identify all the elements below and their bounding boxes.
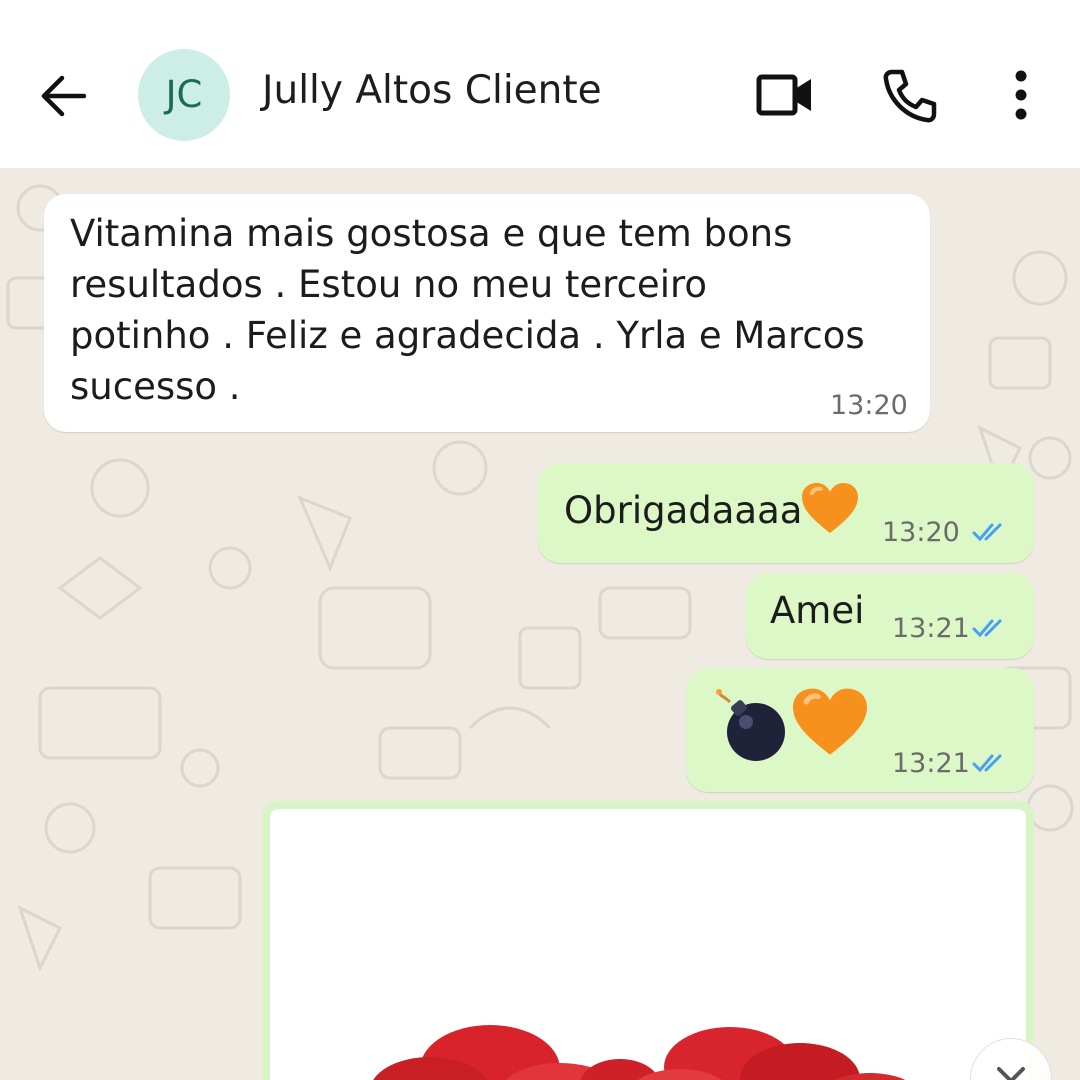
incoming-message[interactable]: Vitamina mais gostosa e que tem bons res… [44, 194, 930, 432]
message-time: 13:20 [830, 390, 908, 421]
chat-header: JC Jully Altos Cliente [0, 0, 1080, 168]
video-call-button[interactable] [755, 70, 815, 120]
read-receipt-icon [972, 523, 1002, 542]
phone-icon [883, 69, 937, 123]
voice-call-button[interactable] [880, 66, 940, 126]
avatar[interactable]: JC [138, 49, 230, 141]
back-button[interactable] [36, 64, 92, 128]
message-time: 13:21 [892, 748, 970, 779]
rose-petals-image[interactable] [270, 809, 1026, 1080]
orange-heart-icon [793, 688, 867, 755]
rose-petals-illustration [373, 1025, 906, 1080]
outgoing-message[interactable]: 13:21 [686, 668, 1034, 792]
chevron-down-icon [997, 1067, 1025, 1080]
message-text: Amei [770, 589, 865, 632]
chat-area[interactable]: Vitamina mais gostosa e que tem bons res… [0, 168, 1080, 1080]
message-line: sucesso . [70, 365, 241, 408]
message-line: resultados . Estou no meu terceiro [70, 263, 708, 306]
message-time: 13:20 [882, 517, 960, 548]
image-message[interactable] [262, 801, 1034, 1080]
outgoing-message[interactable]: Amei 13:21 [746, 573, 1034, 659]
bomb-icon [716, 689, 785, 761]
more-options-button[interactable] [1004, 68, 1038, 124]
message-text: Obrigadaaaa [564, 489, 803, 532]
read-receipt-icon [972, 619, 1002, 638]
message-time: 13:21 [892, 613, 970, 644]
message-text: Vitamina mais gostosa e que tem bons res… [70, 208, 865, 412]
message-line: potinho . Feliz e agradecida . Yrla e Ma… [70, 314, 865, 357]
read-receipt-icon [972, 754, 1002, 773]
message-line: Vitamina mais gostosa e que tem bons [70, 212, 793, 255]
orange-heart-icon [802, 483, 858, 533]
image-action-button[interactable] [970, 1038, 1052, 1080]
arrow-left-icon [41, 75, 87, 117]
more-vertical-icon [1015, 70, 1027, 120]
outgoing-message[interactable]: Obrigadaaaa 13:20 [538, 463, 1034, 563]
contact-name[interactable]: Jully Altos Cliente [262, 68, 602, 113]
video-call-icon [756, 74, 811, 116]
